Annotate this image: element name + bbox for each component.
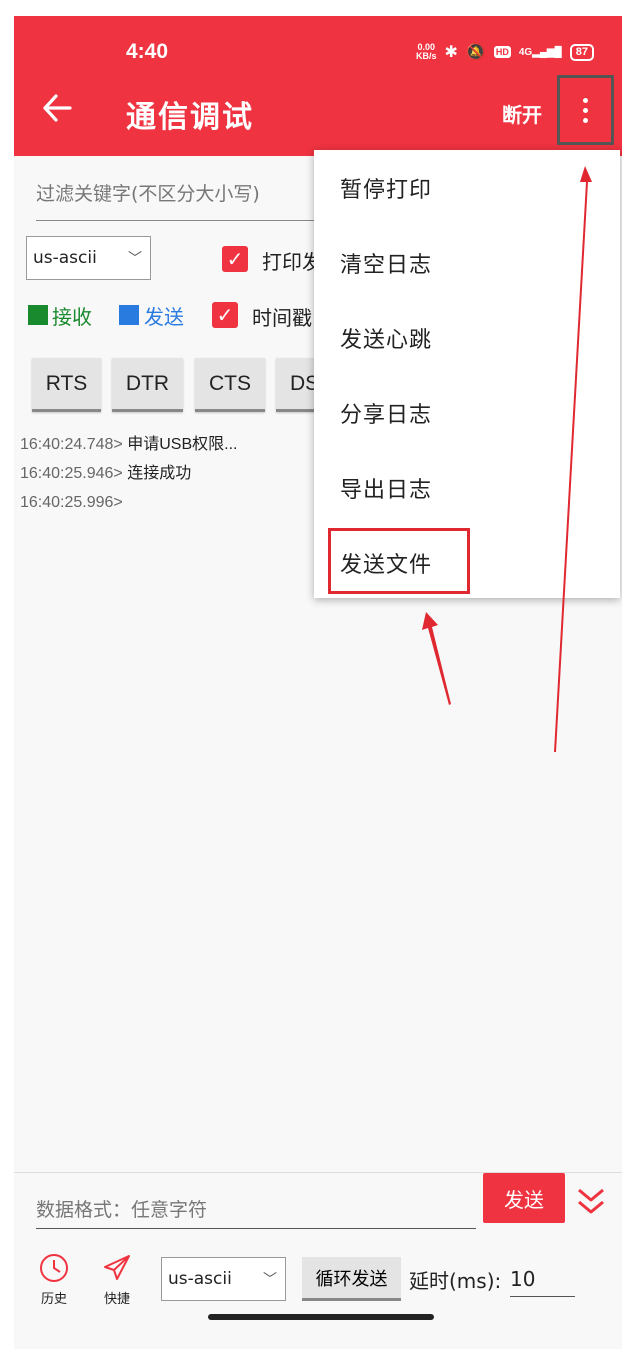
- arrow-to-send-file: [422, 612, 451, 705]
- annotation-arrows: [422, 166, 592, 752]
- arrow-to-menu: [554, 166, 592, 752]
